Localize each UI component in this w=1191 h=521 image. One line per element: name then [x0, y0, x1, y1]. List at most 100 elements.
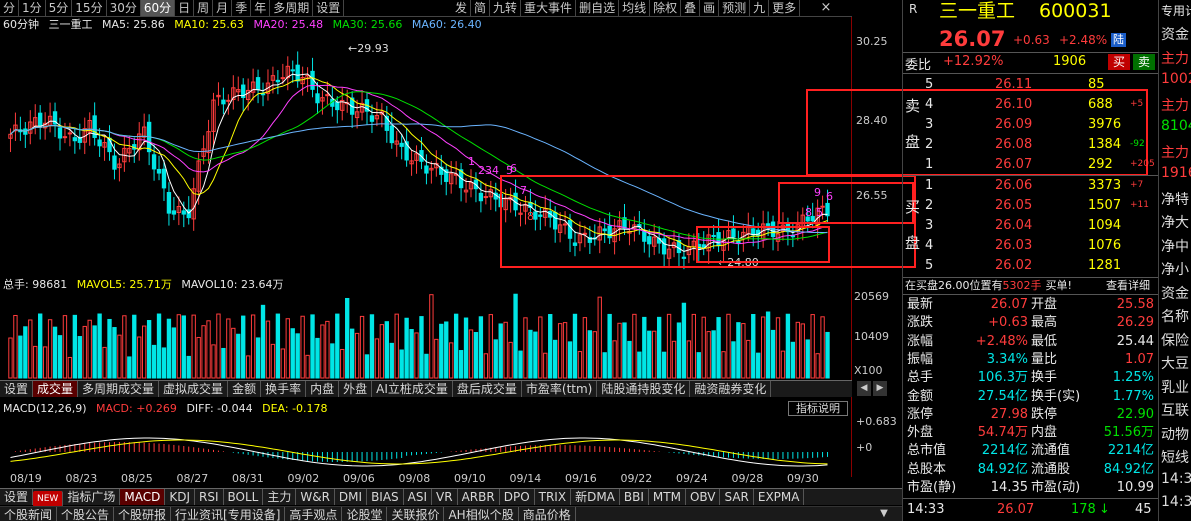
tab-item[interactable]: 盘后成交量 [453, 381, 522, 397]
period-tab[interactable]: 日 [175, 0, 195, 16]
side-panel-item[interactable]: 短线 [1161, 447, 1189, 467]
toolbar-button[interactable]: 删自选 [576, 0, 620, 16]
toolbar-button[interactable]: 重大事件 [521, 0, 577, 16]
side-panel-item[interactable]: 名称 [1161, 306, 1189, 326]
tab-item[interactable]: 换手率 [261, 381, 307, 397]
tab-item[interactable]: BBI [620, 489, 649, 505]
period-tab[interactable]: 周 [194, 0, 214, 16]
side-panel-item[interactable]: 净小 [1161, 259, 1189, 279]
tab-item[interactable]: 成交量 [33, 381, 79, 397]
sell-button[interactable]: 卖 [1133, 54, 1155, 70]
tab-item[interactable]: MTM [649, 489, 686, 505]
toolbar-button[interactable]: 画 [700, 0, 720, 16]
tab-item[interactable]: DMI [335, 489, 368, 505]
period-tab[interactable]: 设置 [313, 0, 345, 16]
tab-item[interactable]: TRIX [535, 489, 572, 505]
book-row[interactable]: 3 26.09 3976 [903, 115, 1158, 134]
toolbar-button[interactable]: 更多 [769, 0, 801, 16]
side-panel-item[interactable]: 主力 [1161, 142, 1189, 162]
side-panel-item[interactable]: 净大 [1161, 212, 1189, 232]
side-panel-item[interactable]: 主力 [1161, 48, 1189, 68]
side-panel-item[interactable]: 资金 [1161, 283, 1189, 303]
tab-item[interactable]: AH相似个股 [444, 507, 519, 521]
tab-item[interactable]: 虚拟成交量 [159, 381, 229, 397]
side-panel-item[interactable]: 14:35 [1161, 471, 1191, 487]
side-panel-item[interactable]: 资金 [1161, 24, 1189, 44]
side-panel-item[interactable]: 1916 [1161, 165, 1191, 181]
tab-item[interactable]: 行业资讯[专用设备] [171, 507, 286, 521]
toolbar-button[interactable]: 九转 [490, 0, 522, 16]
period-tab[interactable]: 年 [251, 0, 271, 16]
tab-item[interactable]: RSI [195, 489, 224, 505]
collapse-icon[interactable]: ▼ [877, 507, 891, 521]
tab-item[interactable]: BOLL [224, 489, 264, 505]
tab-item[interactable]: 内盘 [306, 381, 340, 397]
period-tab[interactable]: 60分 [140, 0, 176, 16]
book-row[interactable]: 4 26.03 1076 [903, 236, 1158, 255]
tab-item[interactable]: 个股研报 [114, 507, 172, 521]
period-tab[interactable]: 季 [232, 0, 252, 16]
book-row[interactable]: 1 26.06 3373 +7 [903, 176, 1158, 195]
period-tab[interactable]: 30分 [107, 0, 141, 16]
toolbar-button[interactable]: 预测 [719, 0, 751, 16]
book-row[interactable]: 2 26.08 1384 -92 [903, 135, 1158, 154]
buy-button[interactable]: 买 [1108, 54, 1130, 70]
side-panel-item[interactable]: 净特 [1161, 189, 1189, 209]
tab-item[interactable]: 外盘 [339, 381, 373, 397]
side-panel-item[interactable]: 净中 [1161, 236, 1189, 256]
book-row[interactable]: 2 26.05 1507 +11 [903, 196, 1158, 215]
tab-item[interactable]: MACD [120, 489, 166, 505]
tab-item[interactable]: 新DMA [571, 489, 620, 505]
tab-item[interactable]: 个股公告 [57, 507, 115, 521]
tab-item[interactable]: ARBR [458, 489, 500, 505]
side-panel-item[interactable]: 保险 [1161, 330, 1189, 350]
book-row[interactable]: 5 26.11 85 [903, 75, 1158, 94]
tab-item[interactable]: 设置 [0, 489, 34, 505]
tab-item[interactable]: AI立桩成交量 [372, 381, 453, 397]
side-panel-item[interactable]: 主力 [1161, 95, 1189, 115]
tab-item[interactable]: 关联报价 [387, 507, 445, 521]
close-icon[interactable]: × [819, 0, 833, 16]
toolbar-button[interactable]: 发 [452, 0, 472, 16]
tab-item[interactable]: EXPMA [754, 489, 805, 505]
book-row[interactable]: 5 26.02 1281 [903, 256, 1158, 275]
tab-item[interactable]: 个股新闻 [0, 507, 58, 521]
tab-item[interactable]: DPO [500, 489, 535, 505]
tab-item[interactable]: 融资融券变化 [690, 381, 772, 397]
side-panel-item[interactable]: 动物 [1161, 424, 1189, 444]
tab-item[interactable]: W&R [296, 489, 335, 505]
side-panel-item[interactable]: 8104 [1161, 118, 1191, 134]
toolbar-button[interactable]: 除权 [650, 0, 682, 16]
tab-item[interactable]: 市盈率(ttm) [522, 381, 598, 397]
tab-item[interactable]: VR [432, 489, 458, 505]
period-tab[interactable]: 月 [213, 0, 233, 16]
tab-item[interactable]: 指标广场 [63, 489, 121, 505]
tab-item[interactable]: 陆股通持股变化 [597, 381, 691, 397]
scroll-right-icon[interactable]: ▶ [873, 381, 887, 396]
view-detail-link[interactable]: 查看详细 [1106, 278, 1150, 293]
tab-item[interactable]: KDJ [165, 489, 195, 505]
tab-item[interactable]: 商品价格 [519, 507, 576, 521]
period-tab[interactable]: 5分 [46, 0, 73, 16]
new-badge[interactable]: NEW [33, 491, 64, 507]
period-tab[interactable]: 1分 [19, 0, 46, 16]
toolbar-button[interactable]: 简 [471, 0, 491, 16]
toolbar-button[interactable]: 均线 [619, 0, 651, 16]
tab-item[interactable]: 多周期成交量 [78, 381, 160, 397]
scroll-left-icon[interactable]: ◀ [857, 381, 871, 396]
side-panel-item[interactable]: 大豆 [1161, 353, 1189, 373]
toolbar-button[interactable]: 叠 [681, 0, 701, 16]
tab-item[interactable]: BIAS [367, 489, 404, 505]
tab-item[interactable]: 主力 [263, 489, 297, 505]
book-row[interactable]: 1 26.07 292 +205 [903, 155, 1158, 174]
volume-chart[interactable] [0, 292, 852, 379]
indicator-help-button[interactable]: 指标说明 [788, 401, 848, 416]
toolbar-button[interactable]: 九 [750, 0, 770, 16]
side-panel-item[interactable]: 1002 [1161, 71, 1191, 87]
side-panel-item[interactable]: 14:33 [1161, 494, 1191, 510]
side-panel-item[interactable]: 乳业 [1161, 377, 1189, 397]
tab-item[interactable]: 论股堂 [342, 507, 388, 521]
tab-item[interactable]: 金额 [228, 381, 262, 397]
period-tab[interactable]: 分 [0, 0, 20, 16]
macd-chart[interactable] [0, 416, 852, 472]
